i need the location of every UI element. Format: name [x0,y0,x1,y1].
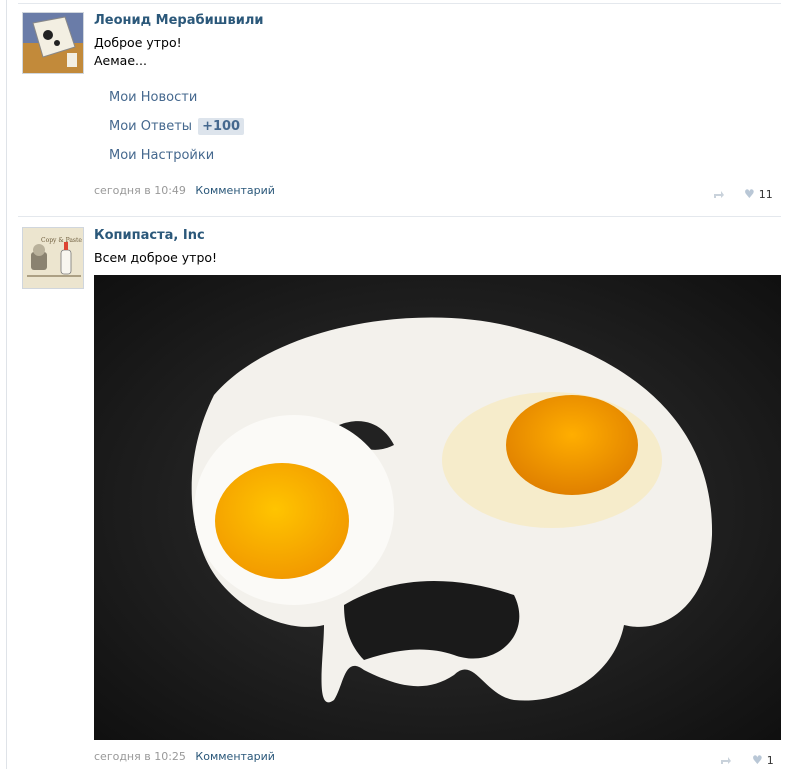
post2-author-link[interactable]: Копипаста, Inc [94,228,205,243]
post2-photo[interactable] [94,275,781,740]
post2-comment-link[interactable]: Комментарий [195,750,275,763]
post1-meta: сегодня в 10:49 Комментарий [94,184,275,197]
post2-meta: сегодня в 10:25 Комментарий [94,750,275,763]
menu-item-news-label: Мои Новости [109,90,198,105]
post1-timestamp[interactable]: сегодня в 10:49 [94,184,186,197]
divider [18,3,781,4]
post1-text-line2: Аемае... [94,53,147,68]
divider [18,216,781,217]
answers-count-badge: +100 [198,118,245,135]
post1-comment-link[interactable]: Комментарий [195,184,275,197]
post2-text: Всем доброе утро! [94,250,218,265]
post2-like-button[interactable]: ♥ 1 [752,753,774,767]
post2-timestamp[interactable]: сегодня в 10:25 [94,750,186,763]
post2-avatar[interactable]: Copy & Paste [22,227,84,289]
menu-item-news[interactable]: Мои Новости [109,90,197,105]
share-icon[interactable] [713,189,725,199]
menu-item-settings-label: Мои Настройки [109,148,215,163]
share-icon[interactable] [720,755,732,765]
post1-like-count: 11 [758,188,773,201]
menu-item-answers[interactable]: Мои Ответы +100 [109,118,245,135]
post1-like-button[interactable]: ♥ 11 [744,187,773,201]
post1-text-line1: Доброе утро! [94,35,182,50]
menu-item-settings[interactable]: Мои Настройки [109,148,214,163]
avatar-caption: Copy & Paste [41,237,82,244]
heart-icon: ♥ [752,753,763,767]
menu-item-answers-label: Мои Ответы [109,119,193,134]
post1-avatar[interactable] [22,12,84,74]
post1-author-link[interactable]: Леонид Мерабишвили [94,13,263,28]
post2-like-count: 1 [766,754,774,767]
heart-icon: ♥ [744,187,755,201]
